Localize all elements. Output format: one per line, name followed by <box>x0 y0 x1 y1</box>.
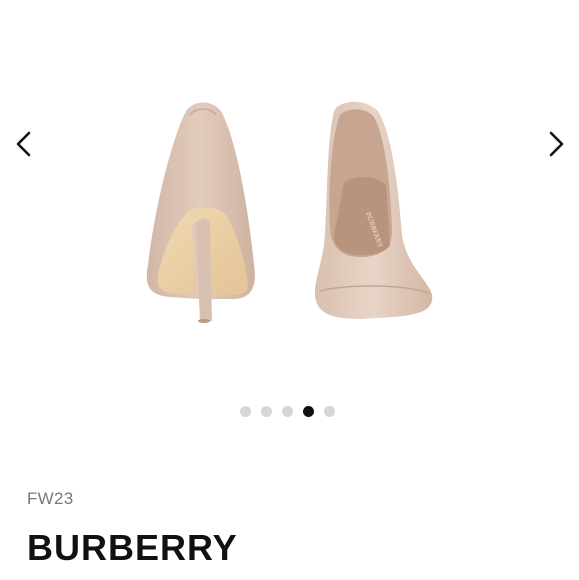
shoe-front-view: BURBERRY <box>314 101 433 319</box>
pagination-dot-2[interactable] <box>261 406 272 417</box>
previous-image-button[interactable] <box>8 126 38 162</box>
pagination-dot-5[interactable] <box>324 406 335 417</box>
next-image-button[interactable] <box>542 126 572 162</box>
product-listing-page: BURBERRY FW23 BURBERRY <box>0 0 579 580</box>
pagination-dot-3[interactable] <box>282 406 293 417</box>
shoe-back-view <box>146 102 255 323</box>
product-image: BURBERRY <box>146 101 433 323</box>
image-gallery[interactable]: BURBERRY <box>0 0 579 440</box>
chevron-right-icon <box>549 131 564 157</box>
pagination-dot-4[interactable] <box>303 406 314 417</box>
brand-name[interactable]: BURBERRY <box>27 527 238 569</box>
gallery-pagination <box>240 406 335 417</box>
pagination-dot-1[interactable] <box>240 406 251 417</box>
chevron-left-icon <box>16 131 31 157</box>
season-label: FW23 <box>27 489 74 508</box>
